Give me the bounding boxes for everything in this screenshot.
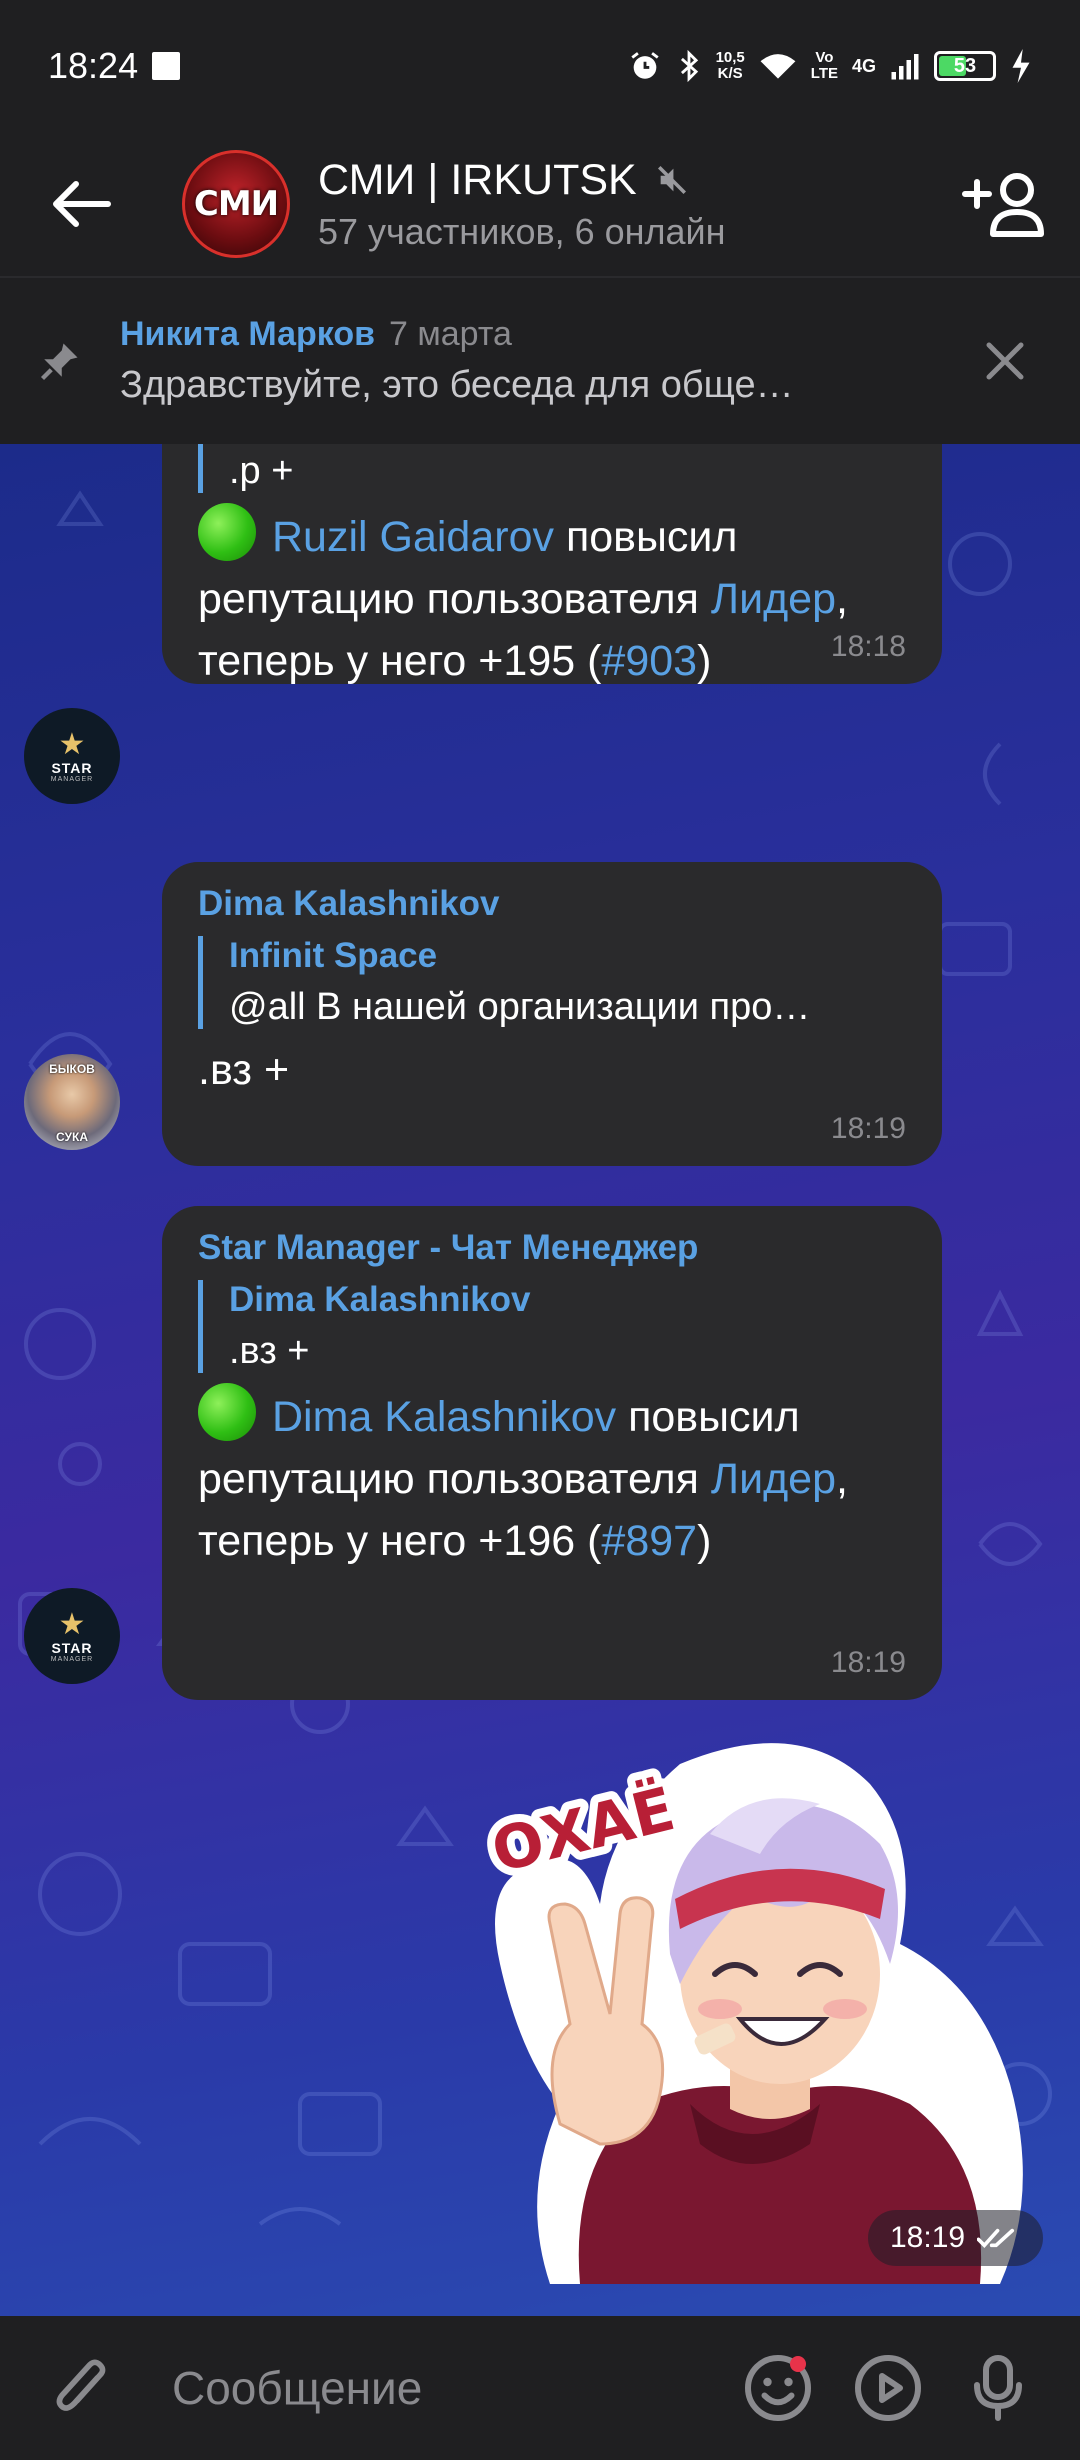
volte-top: Vo	[815, 49, 834, 66]
message-bubble[interactable]: Star Manager - Чат Менеджер Dima Kalashn…	[162, 1206, 942, 1700]
user-mention[interactable]: Dima Kalashnikov	[272, 1393, 616, 1441]
charging-icon	[1012, 49, 1030, 83]
close-icon	[986, 342, 1024, 380]
close-pinned-button[interactable]	[980, 336, 1030, 386]
battery-indicator: 53	[934, 51, 996, 81]
voice-message-button[interactable]	[960, 2350, 1036, 2426]
pinned-content: Никита Марков 7 марта Здравствуйте, это б…	[120, 315, 794, 407]
sticker-time-badge: 18:19	[868, 2210, 1044, 2266]
pinned-date: 7 марта	[389, 315, 512, 353]
volte-indicator: Vo LTE	[811, 50, 838, 82]
pin-icon-wrap	[0, 340, 120, 382]
play-circle-icon	[855, 2355, 921, 2421]
double-check-icon	[977, 2228, 1015, 2248]
avatar[interactable]: БЫКОВ СУКА	[24, 1054, 120, 1150]
net-speed-unit: K/S	[717, 65, 743, 82]
arrow-left-icon	[53, 181, 111, 227]
pinned-author: Никита Марков	[120, 315, 376, 353]
star-icon: ★	[58, 727, 86, 761]
pinned-text: Здравствуйте, это беседа для обще…	[120, 364, 794, 406]
reply-name: Infinit Space	[229, 936, 438, 975]
chat-header: СМИ СМИ | IRKUTSK 57 участников, 6 онлай…	[0, 132, 1080, 276]
message-input-bar	[0, 2316, 1080, 2460]
avatar[interactable]: ★ STAR MANAGER	[24, 1588, 120, 1684]
network-speed: 10,5 K/S	[716, 50, 745, 82]
pinned-message[interactable]: Никита Марков 7 марта Здравствуйте, это б…	[0, 276, 1080, 444]
video-message-button[interactable]	[850, 2350, 926, 2426]
chat-info[interactable]: СМИ | IRKUTSK 57 участников, 6 онлайн	[318, 156, 726, 253]
green-circle-emoji	[198, 1383, 256, 1441]
avatar-caption-bottom: СУКА	[56, 1130, 88, 1144]
message-text-part: )	[697, 1517, 712, 1565]
message-text-part: )	[697, 637, 712, 685]
hashtag-link[interactable]: #897	[601, 1517, 697, 1565]
signal-icon	[891, 54, 919, 80]
attach-button[interactable]	[22, 2352, 142, 2424]
muted-icon	[657, 165, 686, 195]
chat-subtitle: 57 участников, 6 онлайн	[318, 210, 726, 252]
pinned-header: Никита Марков 7 марта	[120, 315, 794, 354]
reply-text: .р +	[229, 450, 294, 492]
message-time: 18:18	[830, 630, 906, 663]
reply-name: Dima Kalashnikov	[229, 1280, 531, 1319]
network-type: 4G	[851, 56, 876, 76]
status-time: 18:24	[48, 45, 139, 86]
status-icons: 10,5 K/S Vo LTE 4G 53	[628, 49, 1032, 83]
user-mention[interactable]: Лидер	[711, 1455, 836, 1503]
back-button[interactable]	[22, 144, 142, 264]
message-bubble[interactable]: Dima Kalashnikov Infinit Space @all В на…	[162, 862, 942, 1166]
status-bar: 18:24 10,5 K/S Vo LTE 4G 53	[0, 0, 1080, 132]
chat-title-row: СМИ | IRKUTSK	[318, 156, 726, 205]
group-avatar[interactable]: СМИ	[182, 150, 290, 258]
message-time: 18:19	[830, 1646, 906, 1679]
sender-name[interactable]: Star Manager - Чат Менеджер	[198, 1228, 906, 1268]
reply-quote[interactable]: Dima Kalashnikov .вз +	[198, 1280, 906, 1373]
message-text: .вз +	[198, 1046, 290, 1094]
wifi-icon	[760, 54, 796, 79]
message-input[interactable]	[172, 2361, 652, 2415]
battery-percent: 53	[953, 54, 977, 77]
reply-quote[interactable]: Ruzil Gaidarov .р +	[198, 444, 906, 493]
chat-title: СМИ | IRKUTSK	[318, 155, 637, 204]
microphone-icon	[974, 2355, 1022, 2421]
bluetooth-icon	[680, 49, 698, 83]
hashtag-link[interactable]: #903	[601, 637, 697, 685]
avatar-label: STAR	[51, 1639, 93, 1656]
group-avatar-text: СМИ	[193, 184, 279, 224]
add-member-button[interactable]	[958, 159, 1048, 249]
chat-area[interactable]: Ruzil Gaidarov .р + Ruzil Gaidarov повыс…	[0, 444, 1080, 2316]
sender-name[interactable]: Dima Kalashnikov	[198, 884, 906, 924]
avatar-caption-top: БЫКОВ	[49, 1062, 95, 1076]
avatar-sublabel: MANAGER	[50, 1655, 94, 1663]
net-speed-value: 10,5	[715, 49, 745, 66]
green-circle-emoji	[198, 503, 256, 561]
user-mention[interactable]: Лидер	[711, 575, 836, 623]
reply-text: @all В нашей организации про…	[229, 986, 811, 1028]
add-user-icon	[962, 173, 1044, 237]
reply-text: .вз +	[229, 1330, 310, 1372]
avatar[interactable]: ★ STAR MANAGER	[24, 708, 120, 804]
notification-icon	[152, 52, 181, 80]
sticker-time: 18:19	[890, 2221, 966, 2254]
paperclip-icon	[56, 2359, 106, 2411]
anime-sticker[interactable]: ОХАЁ ОХАЁ	[480, 1724, 1040, 2284]
notification-dot	[790, 2356, 806, 2372]
message-time: 18:19	[830, 1112, 906, 1145]
alarm-icon	[630, 52, 659, 79]
input-actions	[740, 2350, 1036, 2426]
message-bubble[interactable]: Ruzil Gaidarov .р + Ruzil Gaidarov повыс…	[162, 444, 942, 685]
message-text: Dima Kalashnikov повысил репутацию польз…	[198, 1383, 906, 1572]
star-icon: ★	[58, 1607, 86, 1641]
user-mention[interactable]: Ruzil Gaidarov	[272, 513, 554, 561]
message-text: Ruzil Gaidarov повысил репутацию пользов…	[198, 503, 906, 692]
avatar-label: STAR	[51, 759, 93, 776]
avatar-sublabel: MANAGER	[50, 775, 94, 783]
pin-icon	[40, 343, 78, 381]
volte-bottom: LTE	[810, 65, 838, 82]
reply-quote[interactable]: Infinit Space @all В нашей организации п…	[198, 936, 906, 1029]
emoji-button[interactable]	[740, 2350, 816, 2426]
